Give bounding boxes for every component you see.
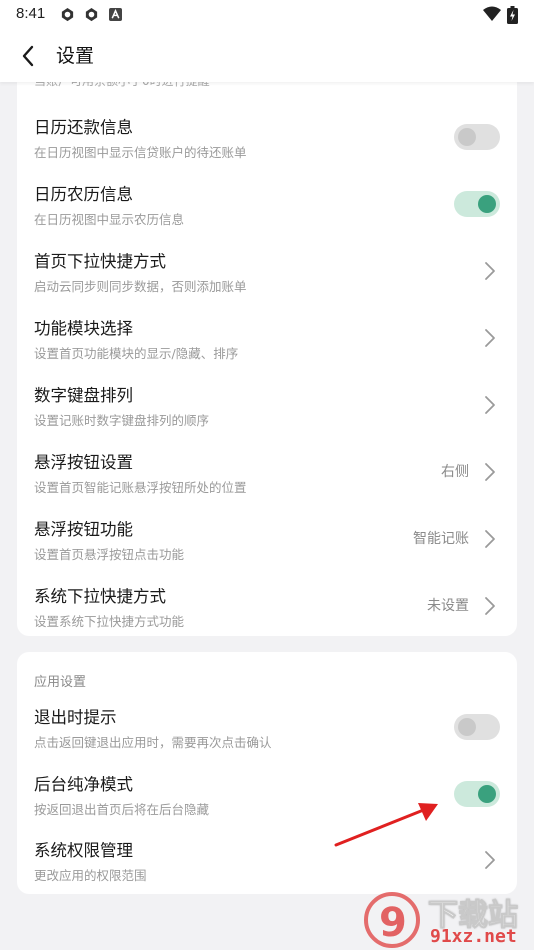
row-float-button-function[interactable]: 悬浮按钮功能 设置首页悬浮按钮点击功能 智能记账 <box>17 506 517 573</box>
chevron-right-icon <box>485 463 495 481</box>
calendar-repayment-toggle[interactable] <box>454 124 500 150</box>
row-calendar-repayment[interactable]: 日历还款信息 在日历视图中显示信贷账户的待还账单 <box>17 104 517 171</box>
chevron-right-icon <box>485 396 495 414</box>
row-calendar-lunar[interactable]: 日历农历信息 在日历视图中显示农历信息 <box>17 171 517 238</box>
row-value: 智能记账 <box>413 531 469 547</box>
app-header: 设置 <box>0 30 534 82</box>
row-title: 悬浮按钮功能 <box>34 520 133 539</box>
section-title: 应用设置 <box>34 675 87 690</box>
row-keypad-layout[interactable]: 数字键盘排列 设置记账时数字键盘排列的顺序 <box>17 372 517 439</box>
chevron-left-icon <box>22 45 34 67</box>
row-subtitle: 更改应用的权限范围 <box>34 868 147 883</box>
row-module-selection[interactable]: 功能模块选择 设置首页功能模块的显示/隐藏、排序 <box>17 305 517 372</box>
row-home-pulldown-shortcut[interactable]: 首页下拉快捷方式 启动云同步则同步数据，否则添加账单 <box>17 238 517 305</box>
row-subtitle: 在日历视图中显示信贷账户的待还账单 <box>34 145 247 160</box>
row-value: 未设置 <box>427 598 469 614</box>
row-float-button-position[interactable]: 悬浮按钮设置 设置首页智能记账悬浮按钮所处的位置 右侧 <box>17 439 517 506</box>
row-subtitle: 设置首页悬浮按钮点击功能 <box>34 547 185 562</box>
row-title: 系统下拉快捷方式 <box>34 587 166 606</box>
row-system-pulldown-shortcut[interactable]: 系统下拉快捷方式 设置系统下拉快捷方式功能 未设置 <box>17 573 517 636</box>
chevron-right-icon <box>485 262 495 280</box>
background-clean-mode-toggle[interactable] <box>454 781 500 807</box>
row-title: 数字键盘排列 <box>34 386 133 405</box>
row-title: 系统权限管理 <box>34 841 133 860</box>
settings-card-general: 当账户可用余额小于0时进行提醒 日历还款信息 在日历视图中显示信贷账户的待还账单… <box>17 70 517 636</box>
chevron-right-icon <box>485 329 495 347</box>
row-title: 首页下拉快捷方式 <box>34 252 166 271</box>
status-bar: 8:41 <box>0 0 534 30</box>
row-value: 右侧 <box>441 464 469 480</box>
settings-card-app: 应用设置 退出时提示 点击返回键退出应用时，需要再次点击确认 后台纯净模式 按返… <box>17 652 517 894</box>
row-subtitle: 设置首页智能记账悬浮按钮所处的位置 <box>34 480 247 495</box>
chevron-right-icon <box>485 597 495 615</box>
row-subtitle: 启动云同步则同步数据，否则添加账单 <box>34 279 247 294</box>
battery-charging-icon <box>507 6 518 24</box>
row-subtitle: 点击返回键退出应用时，需要再次点击确认 <box>34 735 272 750</box>
annotation-arrow-icon <box>334 803 438 847</box>
app-a-icon <box>109 8 122 21</box>
wifi-icon <box>483 6 501 21</box>
watermark: 9 下载站 91xz.net <box>362 888 534 950</box>
sync-icon <box>85 7 98 22</box>
sync-icon <box>61 7 74 22</box>
row-title: 功能模块选择 <box>34 319 133 338</box>
row-subtitle: 设置首页功能模块的显示/隐藏、排序 <box>34 346 239 361</box>
exit-prompt-toggle[interactable] <box>454 714 500 740</box>
svg-text:9: 9 <box>379 900 407 946</box>
page-title: 设置 <box>56 45 95 67</box>
status-time: 8:41 <box>16 5 46 22</box>
row-subtitle: 设置记账时数字键盘排列的顺序 <box>34 413 210 428</box>
watermark-domain: 91xz.net <box>430 926 517 947</box>
row-exit-prompt[interactable]: 退出时提示 点击返回键退出应用时，需要再次点击确认 <box>17 694 517 761</box>
chevron-right-icon <box>485 851 495 869</box>
row-title: 日历还款信息 <box>34 118 133 137</box>
row-subtitle: 设置系统下拉快捷方式功能 <box>34 614 185 629</box>
calendar-lunar-toggle[interactable] <box>454 191 500 217</box>
row-title: 悬浮按钮设置 <box>34 453 133 472</box>
row-subtitle: 在日历视图中显示农历信息 <box>34 212 185 227</box>
row-title: 后台纯净模式 <box>34 775 133 794</box>
watermark-logo-icon: 9 <box>364 892 420 948</box>
back-button[interactable] <box>14 42 42 70</box>
row-title: 退出时提示 <box>34 708 117 727</box>
row-title: 日历农历信息 <box>34 185 133 204</box>
chevron-right-icon <box>485 530 495 548</box>
row-subtitle: 按返回退出首页后将在后台隐藏 <box>34 802 210 817</box>
